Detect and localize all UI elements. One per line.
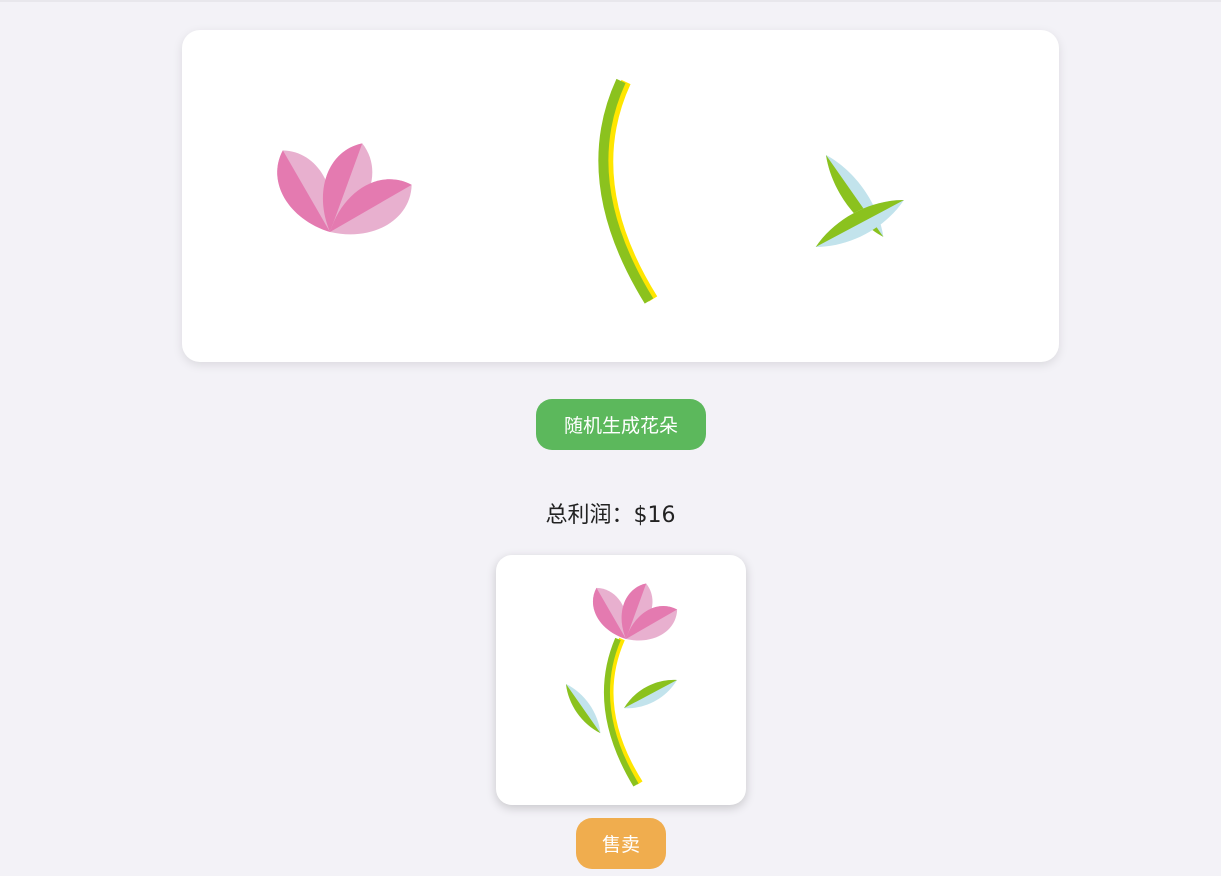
leaves-icon [815, 155, 904, 247]
sell-button[interactable]: 售卖 [576, 818, 666, 869]
total-profit: 总利润：$16 [545, 503, 676, 528]
parts-canvas [277, 78, 904, 304]
flower-head-icon [277, 143, 412, 235]
top-divider [0, 0, 1221, 2]
flower-icon [566, 583, 678, 787]
parts-panel [182, 30, 1059, 362]
flower-card [496, 555, 746, 805]
generate-flower-button[interactable]: 随机生成花朵 [536, 399, 706, 450]
stem-icon [598, 78, 658, 304]
